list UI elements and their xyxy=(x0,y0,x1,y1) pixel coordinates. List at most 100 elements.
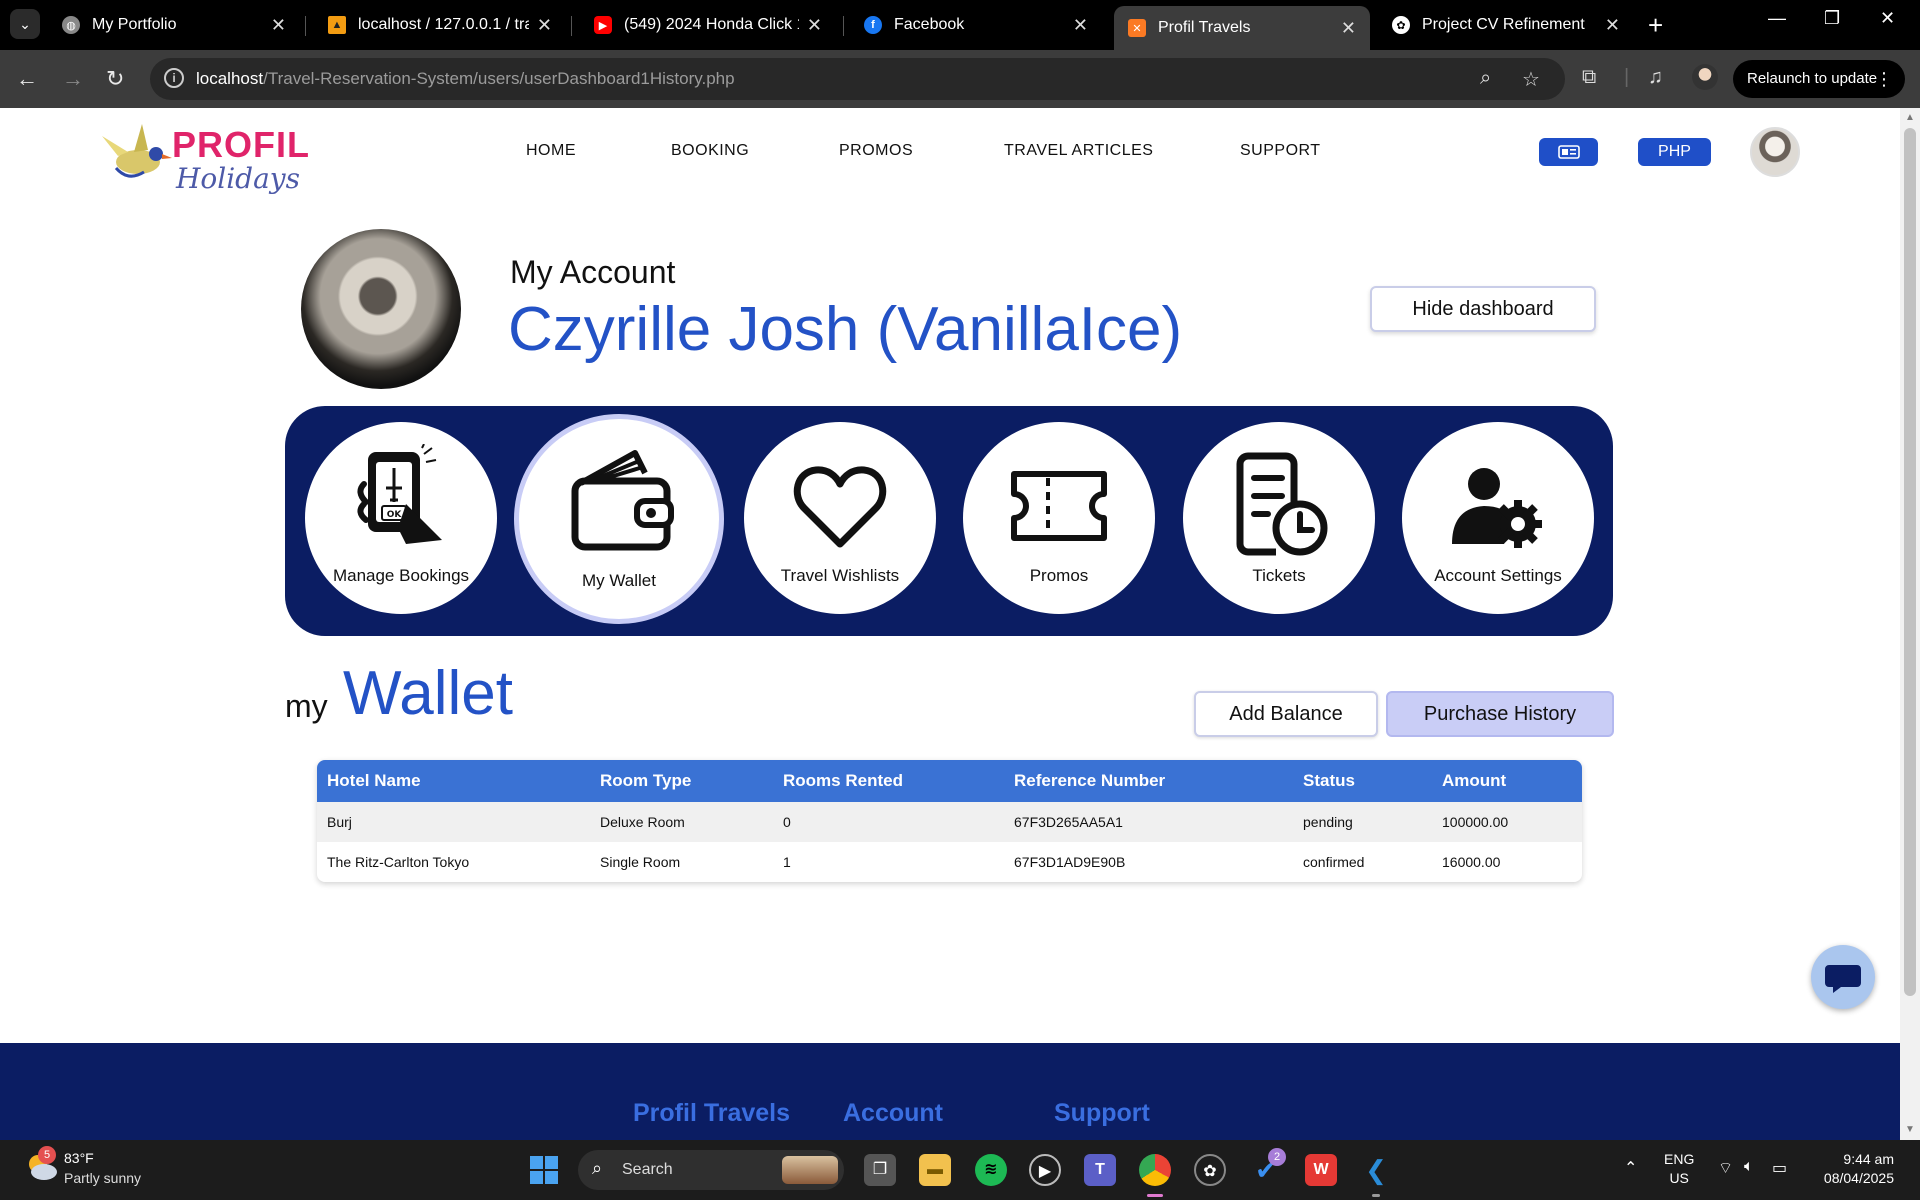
openai-icon: ✿ xyxy=(1392,16,1410,34)
card-manage-bookings[interactable]: OK Manage Bookings xyxy=(305,422,497,614)
nav-travel-articles[interactable]: TRAVEL ARTICLES xyxy=(1004,142,1153,160)
more-vertical-icon[interactable]: ⋮ xyxy=(1875,60,1893,98)
card-tickets[interactable]: Tickets xyxy=(1183,422,1375,614)
tab-phpmyadmin[interactable]: ▲ localhost / 127.0.0.1 / trave ✕ xyxy=(314,6,566,44)
new-tab-plus-icon[interactable]: + xyxy=(1648,10,1663,40)
site-info-icon[interactable]: i xyxy=(164,68,184,88)
wps-office-icon[interactable]: W xyxy=(1305,1154,1337,1186)
currency-label: PHP xyxy=(1658,143,1691,160)
volume-icon[interactable]: 🔈︎ xyxy=(1744,1158,1754,1176)
minimize-icon[interactable]: — xyxy=(1768,8,1786,29)
file-explorer-icon[interactable]: ▬ xyxy=(919,1154,951,1186)
zoom-icon[interactable]: ⌕ xyxy=(1480,67,1491,90)
close-icon[interactable]: ✕ xyxy=(1605,15,1620,36)
weather-description[interactable]: Partly sunny xyxy=(64,1170,141,1186)
scroll-down-icon[interactable]: ▼ xyxy=(1905,1124,1915,1135)
page-scrollbar[interactable]: ▲ ▼ xyxy=(1900,108,1920,1140)
close-icon[interactable]: ✕ xyxy=(1341,18,1356,39)
youtube-icon: ▶ xyxy=(594,16,612,34)
document-clock-icon xyxy=(1236,452,1328,556)
wallet-prefix: my xyxy=(285,688,328,724)
cell-reference-number: 67F3D265AA5A1 xyxy=(1014,814,1123,830)
relaunch-button[interactable]: Relaunch to update ⋮ xyxy=(1733,60,1905,98)
clock-date: 08/04/2025 xyxy=(1823,1170,1894,1186)
nav-home[interactable]: HOME xyxy=(526,142,576,160)
card-label: Promos xyxy=(1029,566,1089,585)
forward-arrow-icon[interactable]: → xyxy=(62,65,84,93)
cell-hotel-name: Burj xyxy=(327,814,352,830)
cell-amount: 16000.00 xyxy=(1442,854,1501,870)
language-indicator[interactable]: ENG US xyxy=(1664,1150,1694,1188)
chrome-active-indicator xyxy=(1147,1194,1163,1197)
scrollbar-thumb[interactable] xyxy=(1904,128,1916,996)
openai-app-icon[interactable]: ✿ xyxy=(1194,1154,1226,1186)
vscode-running-indicator xyxy=(1372,1194,1380,1197)
hide-dashboard-button[interactable]: Hide dashboard xyxy=(1370,286,1596,332)
toolbar-divider: | xyxy=(1624,66,1630,88)
vscode-icon[interactable]: ❮ xyxy=(1360,1154,1392,1186)
media-control-icon[interactable]: ♫ xyxy=(1648,66,1663,89)
table-header: Hotel Name Room Type Rooms Rented Refere… xyxy=(317,760,1582,802)
card-promos[interactable]: Promos xyxy=(963,422,1155,614)
system-clock[interactable]: 9:44 am 08/04/2025 xyxy=(1816,1150,1894,1188)
browser-profile-avatar[interactable] xyxy=(1692,64,1718,90)
nav-booking[interactable]: BOOKING xyxy=(671,142,749,160)
site-footer: Profil Travels Account Support xyxy=(0,1043,1900,1140)
tab-title: Project CV Refinement xyxy=(1422,16,1585,33)
close-icon[interactable]: ✕ xyxy=(1073,15,1088,36)
globe-icon: ◍ xyxy=(62,16,80,34)
heart-icon xyxy=(793,466,887,548)
card-account-settings[interactable]: Account Settings xyxy=(1402,422,1594,614)
id-card-button[interactable] xyxy=(1539,138,1598,166)
url-text[interactable]: localhost/Travel-Reservation-System/user… xyxy=(196,69,735,89)
profile-photo xyxy=(301,229,461,389)
add-balance-button[interactable]: Add Balance xyxy=(1194,691,1378,737)
weather-temperature[interactable]: 83°F xyxy=(64,1150,94,1166)
spotify-icon[interactable]: ≋ xyxy=(975,1154,1007,1186)
card-my-wallet[interactable]: My Wallet xyxy=(514,414,724,624)
tab-divider xyxy=(571,16,572,36)
tab-profil-travels[interactable]: ✕ Profil Travels ✕ xyxy=(1114,6,1370,50)
search-highlight-image xyxy=(782,1156,838,1184)
close-icon[interactable]: ✕ xyxy=(807,15,822,36)
tab-youtube[interactable]: ▶ (549) 2024 Honda Click 160 ✕ xyxy=(580,6,836,44)
wallet-title: Wallet xyxy=(343,659,513,728)
tray-chevron-up-icon[interactable]: ⌃ xyxy=(1624,1158,1637,1178)
windows-start-icon[interactable] xyxy=(528,1154,560,1186)
reload-icon[interactable]: ↻ xyxy=(106,65,124,93)
task-view-icon[interactable]: ❐ xyxy=(864,1154,896,1186)
user-avatar[interactable] xyxy=(1750,127,1800,177)
currency-button[interactable]: PHP xyxy=(1638,138,1711,166)
purchase-history-button[interactable]: Purchase History xyxy=(1386,691,1614,737)
tab-facebook[interactable]: f Facebook ✕ xyxy=(850,6,1102,44)
teams-icon[interactable]: T xyxy=(1084,1154,1116,1186)
facebook-icon: f xyxy=(864,16,882,34)
card-travel-wishlists[interactable]: Travel Wishlists xyxy=(744,422,936,614)
card-label: Tickets xyxy=(1252,566,1306,585)
battery-icon[interactable]: ▭ xyxy=(1772,1158,1787,1178)
close-icon[interactable]: ✕ xyxy=(271,15,286,36)
back-arrow-icon[interactable]: ← xyxy=(16,65,38,93)
chat-button[interactable] xyxy=(1811,945,1875,1009)
tab-search-chevron-icon[interactable]: ⌄ xyxy=(10,9,40,39)
tab-my-portfolio[interactable]: ◍ My Portfolio ✕ xyxy=(48,6,300,44)
site-logo[interactable]: PROFIL Holidays xyxy=(98,118,309,195)
address-bar[interactable]: i localhost/Travel-Reservation-System/us… xyxy=(150,58,1565,100)
taskbar-search[interactable]: ⌕ Search xyxy=(578,1150,844,1190)
media-player-icon[interactable]: ▶ xyxy=(1029,1154,1061,1186)
restore-icon[interactable]: ❐ xyxy=(1824,8,1840,29)
scroll-up-icon[interactable]: ▲ xyxy=(1905,112,1915,123)
chrome-icon[interactable] xyxy=(1139,1154,1171,1186)
cell-room-type: Deluxe Room xyxy=(600,814,685,830)
close-icon[interactable]: ✕ xyxy=(537,15,552,36)
tab-project-cv[interactable]: ✿ Project CV Refinement ✕ xyxy=(1378,6,1634,44)
cell-hotel-name: The Ritz-Carlton Tokyo xyxy=(327,854,470,870)
nav-support[interactable]: SUPPORT xyxy=(1240,142,1321,160)
star-bookmark-icon[interactable]: ☆ xyxy=(1522,67,1540,92)
extensions-puzzle-icon[interactable]: ⧉ xyxy=(1582,66,1596,89)
close-window-icon[interactable]: ✕ xyxy=(1880,8,1895,29)
nav-promos[interactable]: PROMOS xyxy=(839,142,913,160)
tab-title: My Portfolio xyxy=(92,16,177,33)
wifi-icon[interactable]: ⌔ xyxy=(1718,1158,1733,1178)
footer-heading-support: Support xyxy=(1054,1099,1150,1127)
